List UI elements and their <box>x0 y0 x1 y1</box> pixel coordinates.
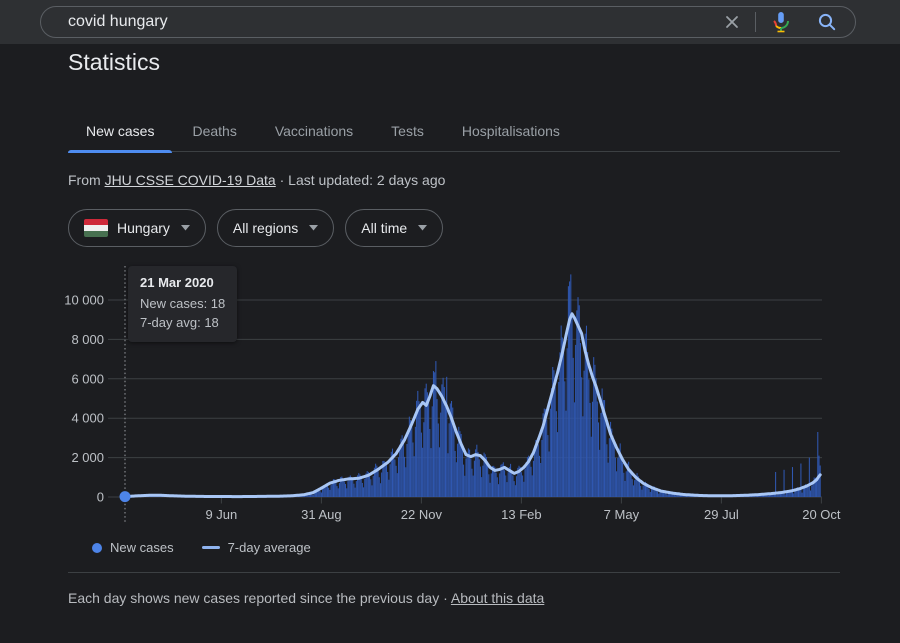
svg-text:29 Jul: 29 Jul <box>704 507 739 522</box>
filter-bar: Hungary All regions All time <box>68 209 443 247</box>
tooltip-date: 21 Mar 2020 <box>140 275 225 290</box>
clear-icon[interactable] <box>722 12 742 32</box>
source-line: From JHU CSSE COVID-19 Data · Last updat… <box>68 172 445 188</box>
legend-7day-average-label: 7-day average <box>228 540 311 555</box>
svg-text:7 May: 7 May <box>604 507 640 522</box>
tab-vaccinations[interactable]: Vaccinations <box>257 110 371 152</box>
hungary-flag-icon <box>84 219 108 237</box>
source-prefix: From <box>68 172 105 188</box>
country-filter-button[interactable]: Hungary <box>68 209 206 247</box>
chevron-down-icon <box>309 225 318 231</box>
tab-tests[interactable]: Tests <box>373 110 442 152</box>
page-title: Statistics <box>68 49 160 76</box>
tab-hospitalisations[interactable]: Hospitalisations <box>444 110 578 152</box>
legend-line-icon <box>202 546 220 549</box>
search-pill[interactable] <box>40 6 856 38</box>
chevron-down-icon <box>181 225 190 231</box>
legend-new-cases-label: New cases <box>110 540 174 555</box>
tab-deaths[interactable]: Deaths <box>174 110 254 152</box>
region-filter-button[interactable]: All regions <box>217 209 334 247</box>
svg-text:8 000: 8 000 <box>71 332 104 347</box>
legend-item-new-cases: New cases <box>92 540 174 555</box>
country-filter-label: Hungary <box>117 220 170 236</box>
tab-new-cases[interactable]: New cases <box>68 110 172 152</box>
svg-text:31 Aug: 31 Aug <box>301 507 342 522</box>
time-range-filter-button[interactable]: All time <box>345 209 443 247</box>
tooltip-7day-avg: 7-day avg: 18 <box>140 313 225 332</box>
searchbar-divider <box>755 12 756 32</box>
legend-dot-icon <box>92 543 102 553</box>
footer-note: Each day shows new cases reported since … <box>68 590 544 606</box>
topbar <box>0 0 900 44</box>
legend-item-7day-average: 7-day average <box>202 540 311 555</box>
microphone-icon[interactable] <box>769 10 793 34</box>
about-this-data-link[interactable]: About this data <box>451 590 544 606</box>
svg-text:0: 0 <box>97 490 104 505</box>
region-filter-label: All regions <box>233 220 298 236</box>
search-icon[interactable] <box>815 10 839 34</box>
svg-text:4 000: 4 000 <box>71 411 104 426</box>
svg-text:13 Feb: 13 Feb <box>501 507 541 522</box>
time-range-filter-label: All time <box>361 220 407 236</box>
chart-tooltip: 21 Mar 2020 New cases: 18 7-day avg: 18 <box>128 266 237 342</box>
tooltip-new-cases: New cases: 18 <box>140 294 225 313</box>
source-suffix: · Last updated: 2 days ago <box>276 172 446 188</box>
source-link[interactable]: JHU CSSE COVID-19 Data <box>105 172 276 188</box>
footer-text: Each day shows new cases reported since … <box>68 590 439 606</box>
chart-legend: New cases 7-day average <box>92 540 311 555</box>
footer-separator: · <box>443 590 448 606</box>
svg-text:22 Nov: 22 Nov <box>401 507 443 522</box>
svg-text:9 Jun: 9 Jun <box>205 507 237 522</box>
section-divider <box>68 572 840 573</box>
svg-text:10 000: 10 000 <box>64 293 104 308</box>
statistics-tabs: New cases Deaths Vaccinations Tests Hosp… <box>68 110 840 152</box>
search-input[interactable] <box>41 13 722 31</box>
svg-text:2 000: 2 000 <box>71 450 104 465</box>
svg-text:6 000: 6 000 <box>71 371 104 386</box>
svg-text:20 Oct: 20 Oct <box>802 507 841 522</box>
chevron-down-icon <box>418 225 427 231</box>
